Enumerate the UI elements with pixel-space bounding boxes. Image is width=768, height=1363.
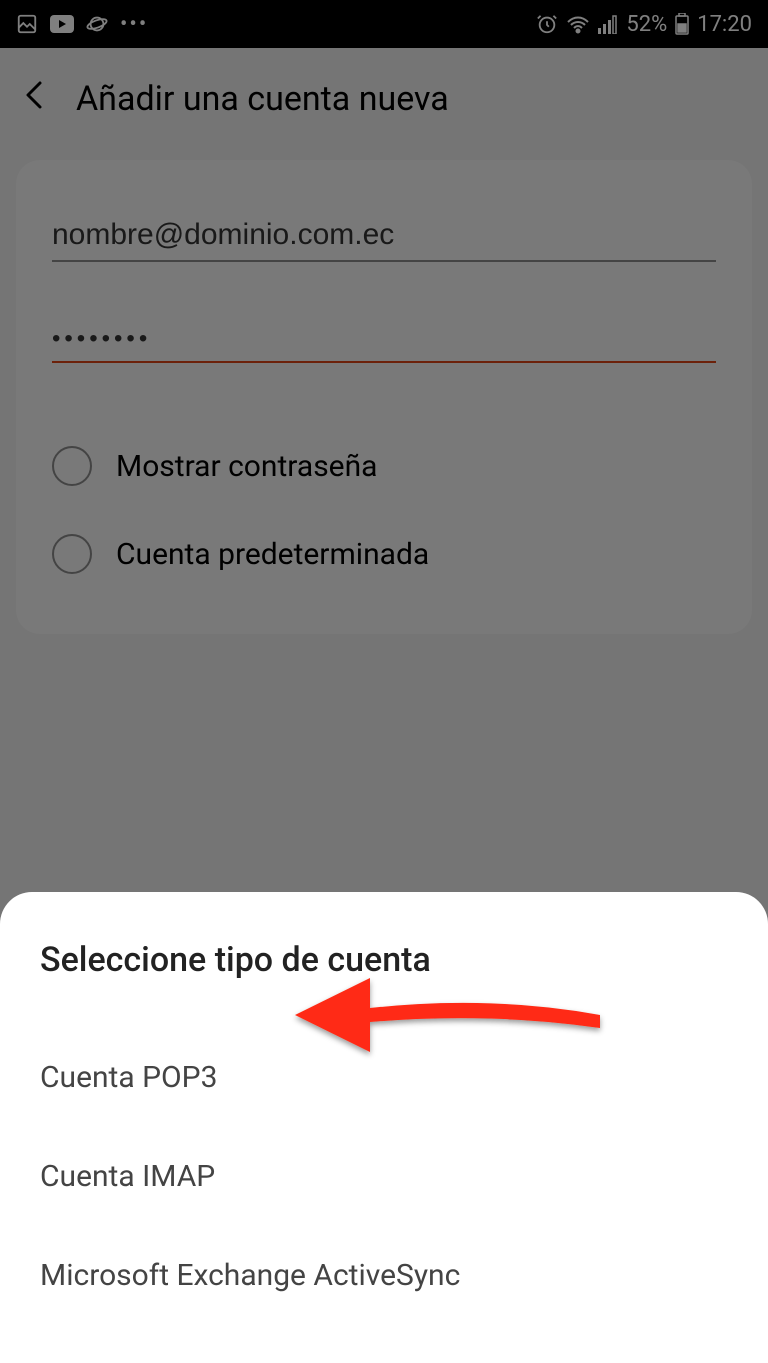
- option-exchange[interactable]: Microsoft Exchange ActiveSync: [40, 1234, 728, 1317]
- option-pop3[interactable]: Cuenta POP3: [40, 1036, 728, 1119]
- account-type-sheet: Seleccione tipo de cuenta Cuenta POP3 Cu…: [0, 892, 768, 1363]
- sheet-title: Seleccione tipo de cuenta: [40, 940, 728, 980]
- option-imap[interactable]: Cuenta IMAP: [40, 1135, 728, 1218]
